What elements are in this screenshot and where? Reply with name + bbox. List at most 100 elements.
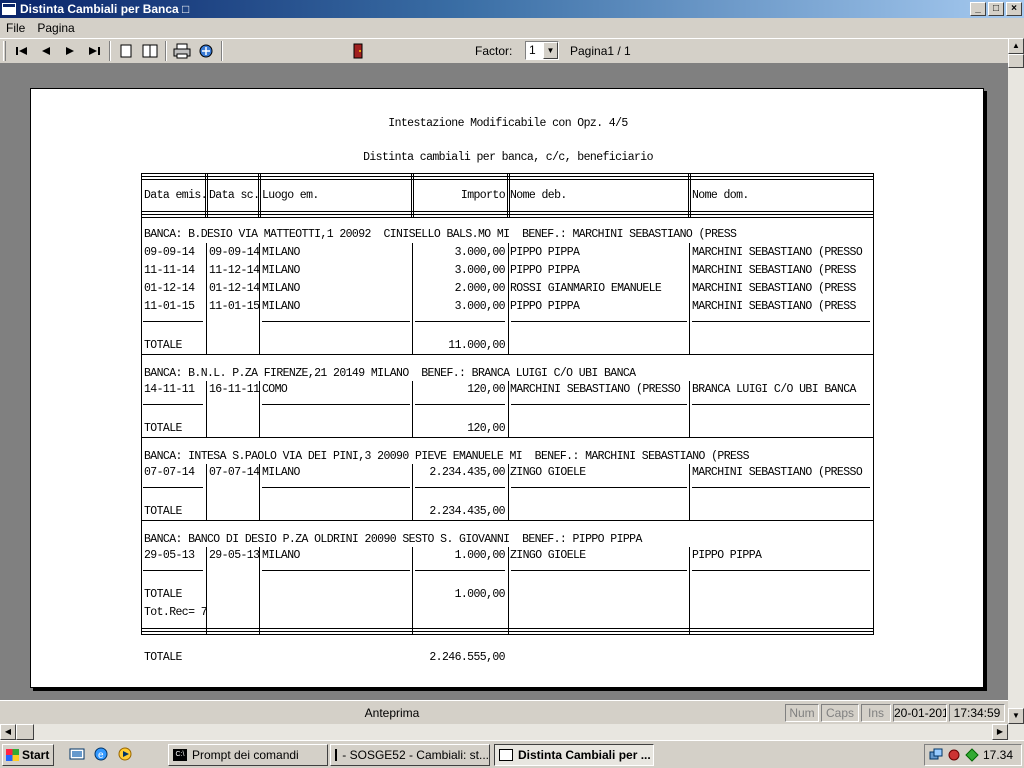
cell-data-sc: 29-05-13 xyxy=(209,549,260,562)
cell-data-sc: 16-11-11 xyxy=(209,383,260,396)
taskbar-item-distinta[interactable]: Distinta Cambiali per ... xyxy=(494,744,654,766)
cell-nome-deb: PIPPO PIPPA xyxy=(510,300,580,313)
scroll-right-icon[interactable]: ▶ xyxy=(992,724,1008,740)
cell-nome-dom: PIPPO PIPPA xyxy=(692,549,762,562)
security-icon[interactable] xyxy=(947,748,961,762)
window-icon xyxy=(335,749,338,761)
start-button[interactable]: Start xyxy=(2,744,54,766)
bank-line: BANCA: B.N.L. P.ZA FIRENZE,21 20149 MILA… xyxy=(144,367,636,380)
col-header-data-emis: Data emis. xyxy=(144,189,208,202)
factor-select[interactable]: 1 ▼ xyxy=(525,41,559,60)
windows-logo-icon xyxy=(6,749,19,761)
status-text: Anteprima xyxy=(364,706,420,720)
col-header-luogo-em: Luogo em. xyxy=(262,189,319,202)
menu-file[interactable]: File xyxy=(0,21,31,35)
grand-total-label: TOTALE xyxy=(144,651,182,664)
toolbar-separator xyxy=(221,41,223,61)
exit-door-icon[interactable] xyxy=(346,40,370,62)
export-icon[interactable] xyxy=(194,40,218,62)
cell-nome-deb: ROSSI GIANMARIO EMANUELE xyxy=(510,282,662,295)
media-player-icon[interactable] xyxy=(116,746,134,764)
cell-nome-deb: ZINGO GIOELE xyxy=(510,466,586,479)
menu-bar: File Pagina xyxy=(0,18,1024,38)
status-date: 20-01-2016 xyxy=(893,704,947,722)
single-page-icon[interactable] xyxy=(114,40,138,62)
horizontal-scrollbar[interactable]: ◀ ▶ xyxy=(0,724,1024,740)
cell-nome-dom: MARCHINI SEBASTIANO (PRESS xyxy=(692,300,856,313)
group-total: 11.000,00 xyxy=(448,339,505,352)
tray-clock: 17.34 xyxy=(982,748,1013,762)
close-button[interactable]: × xyxy=(1006,2,1022,16)
cell-nome-deb: PIPPO PIPPA xyxy=(510,264,580,277)
last-page-icon[interactable] xyxy=(82,40,106,62)
cell-luogo: MILANO xyxy=(262,246,300,259)
task-label: Prompt dei comandi xyxy=(192,748,299,762)
menu-pagina[interactable]: Pagina xyxy=(31,21,80,35)
scroll-up-icon[interactable]: ▲ xyxy=(1008,38,1024,54)
previous-page-icon[interactable] xyxy=(34,40,58,62)
cell-nome-dom: BRANCA LUIGI C/O UBI BANCA xyxy=(692,383,856,396)
cell-importo: 3.000,00 xyxy=(454,264,506,277)
taskbar-item-prompt[interactable]: C:\ Prompt dei comandi xyxy=(168,744,328,766)
cell-importo: 1.000,00 xyxy=(454,549,506,562)
report-page: Intestazione Modificabile con Opz. 4/5 D… xyxy=(30,88,984,688)
col-header-nome-deb: Nome deb. xyxy=(510,189,567,202)
bank-line: BANCA: BANCO DI DESIO P.ZA OLDRINI 20090… xyxy=(144,533,642,546)
status-bar: Anteprima Num Caps Ins 20-01-2016 17:34:… xyxy=(0,700,1008,724)
cell-luogo: MILANO xyxy=(262,466,300,479)
two-pages-icon[interactable] xyxy=(138,40,162,62)
show-desktop-icon[interactable] xyxy=(68,746,86,764)
taskbar-item-sosge52[interactable]: - SOSGE52 - Cambiali: st... xyxy=(330,744,490,766)
cell-nome-deb: ZINGO GIOELE xyxy=(510,549,586,562)
cell-data-emis: 14-11-11 xyxy=(144,383,195,396)
scroll-left-icon[interactable]: ◀ xyxy=(0,724,16,740)
bank-line: BANCA: INTESA S.PAOLO VIA DEI PINI,3 200… xyxy=(144,450,750,463)
grand-total: 2.246.555,00 xyxy=(429,651,505,664)
chevron-down-icon[interactable]: ▼ xyxy=(543,42,558,59)
start-label: Start xyxy=(22,748,50,762)
vertical-scrollbar[interactable]: ▲ ▼ xyxy=(1008,38,1024,724)
update-icon[interactable] xyxy=(965,748,979,762)
scroll-down-icon[interactable]: ▼ xyxy=(1008,708,1024,724)
total-label: TOTALE xyxy=(144,588,182,601)
cell-importo: 3.000,00 xyxy=(454,246,506,259)
toolbar-separator xyxy=(165,41,167,61)
svg-text:e: e xyxy=(98,750,104,761)
cell-data-emis: 29-05-13 xyxy=(144,549,195,562)
cell-importo: 2.000,00 xyxy=(454,282,506,295)
horizontal-scroll-thumb[interactable] xyxy=(16,724,34,740)
first-page-icon[interactable] xyxy=(10,40,34,62)
bank-line: BANCA: B.DESIO VIA MATTEOTTI,1 20092 CIN… xyxy=(144,228,737,241)
cell-luogo: MILANO xyxy=(262,300,300,313)
ins-indicator: Ins xyxy=(861,704,891,722)
cell-luogo: MILANO xyxy=(262,264,300,277)
toolbar-grip[interactable] xyxy=(3,41,6,61)
tot-rec: Tot.Rec= 7 xyxy=(144,606,208,619)
scroll-thumb[interactable] xyxy=(1008,54,1024,68)
col-header-nome-dom: Nome dom. xyxy=(692,189,749,202)
task-label: - SOSGE52 - Cambiali: st... xyxy=(342,748,489,762)
report-subtitle: Distinta cambiali per banca, c/c, benefi… xyxy=(363,151,653,164)
restore-button[interactable]: □ xyxy=(988,2,1004,16)
cell-data-sc: 09-09-14 xyxy=(209,246,260,259)
cell-data-sc: 01-12-14 xyxy=(209,282,260,295)
cell-nome-dom: MARCHINI SEBASTIANO (PRESSO xyxy=(692,466,863,479)
cell-nome-dom: MARCHINI SEBASTIANO (PRESS xyxy=(692,264,856,277)
next-page-icon[interactable] xyxy=(58,40,82,62)
total-label: TOTALE xyxy=(144,505,182,518)
col-header-importo: Importo xyxy=(460,189,506,202)
cell-nome-deb: PIPPO PIPPA xyxy=(510,246,580,259)
taskbar: Start e C:\ Prompt dei comandi - SOSGE52… xyxy=(0,740,1024,768)
cell-importo: 3.000,00 xyxy=(454,300,506,313)
cell-data-emis: 07-07-14 xyxy=(144,466,195,479)
report-header: Intestazione Modificabile con Opz. 4/5 xyxy=(388,117,628,130)
console-icon: C:\ xyxy=(173,749,187,761)
network-icon[interactable] xyxy=(929,748,943,762)
minimize-button[interactable]: _ xyxy=(970,2,986,16)
cell-data-emis: 11-11-14 xyxy=(144,264,195,277)
factor-label: Factor: xyxy=(475,44,513,58)
print-icon[interactable] xyxy=(170,40,194,62)
internet-explorer-icon[interactable]: e xyxy=(92,746,110,764)
col-header-data-sc: Data sc. xyxy=(209,189,260,202)
cell-nome-dom: MARCHINI SEBASTIANO (PRESSO xyxy=(692,246,863,259)
